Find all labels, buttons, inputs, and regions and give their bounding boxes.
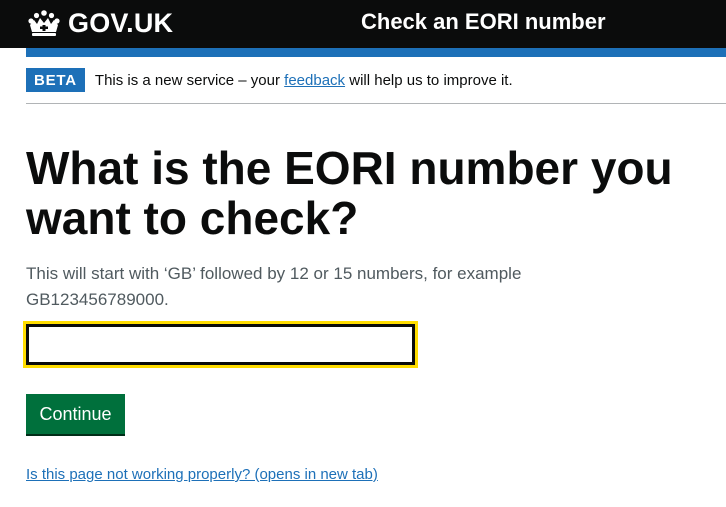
- logo-text: GOV.UK: [68, 7, 174, 38]
- phase-text-before: This is a new service – your: [94, 71, 285, 89]
- phase-banner-text: This is a new service – your feedback wi…: [95, 72, 513, 89]
- govuk-logo-link[interactable]: GOV.UK: [26, 6, 173, 40]
- feedback-link[interactable]: feedback: [284, 72, 345, 89]
- header-accent-bar: [26, 48, 726, 57]
- phase-banner: BETA This is a new service – your feedba…: [26, 68, 513, 92]
- continue-button[interactable]: Continue: [26, 394, 125, 434]
- beta-tag: BETA: [26, 68, 85, 92]
- service-name-link[interactable]: Check an EORI number: [361, 9, 606, 35]
- site-header: GOV.UK Check an EORI number: [0, 0, 726, 48]
- report-problem-link[interactable]: Is this page not working properly? (open…: [26, 466, 378, 483]
- crown-icon: [28, 10, 60, 36]
- page-heading: What is the EORI number you want to chec…: [26, 142, 673, 244]
- phase-banner-divider: [26, 103, 726, 104]
- eori-input[interactable]: [23, 321, 418, 368]
- phase-text-after: will help us to improve it.: [345, 71, 513, 89]
- eori-hint: This will start with ‘GB’ followed by 12…: [26, 264, 522, 309]
